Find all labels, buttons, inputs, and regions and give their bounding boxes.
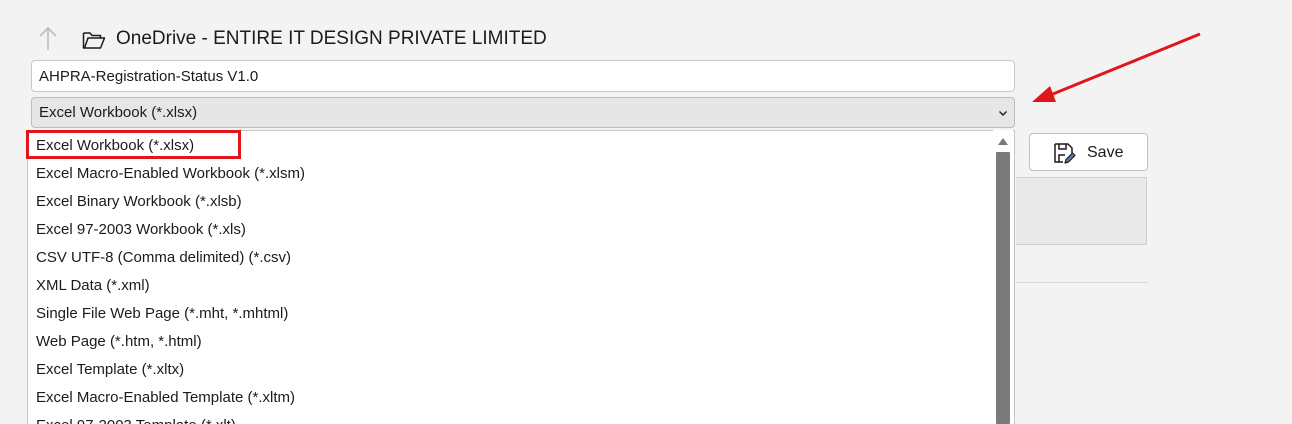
folder-icon: [82, 32, 106, 49]
side-panel: [1016, 177, 1147, 245]
filetype-option[interactable]: Excel Macro-Enabled Template (*.xltm): [36, 384, 295, 412]
save-as-dialog: OneDrive - ENTIRE IT DESIGN PRIVATE LIMI…: [0, 0, 1292, 424]
location-path[interactable]: OneDrive - ENTIRE IT DESIGN PRIVATE LIMI…: [116, 28, 547, 50]
scroll-up-arrow-icon[interactable]: [997, 136, 1009, 146]
filetype-select[interactable]: Excel Workbook (*.xlsx): [31, 97, 1015, 128]
filetype-option[interactable]: Excel Template (*.xltx): [36, 356, 184, 384]
filetype-option[interactable]: Excel Macro-Enabled Workbook (*.xlsm): [36, 160, 305, 188]
filetype-option[interactable]: CSV UTF-8 (Comma delimited) (*.csv): [36, 244, 291, 272]
save-button-label: Save: [1087, 144, 1124, 161]
filetype-option[interactable]: Web Page (*.htm, *.html): [36, 328, 202, 356]
filetype-selected-value: Excel Workbook (*.xlsx): [39, 104, 198, 121]
filetype-dropdown-list: Excel Workbook (*.xlsx) Excel Macro-Enab…: [27, 130, 1015, 424]
filetype-option[interactable]: Excel Binary Workbook (*.xlsb): [36, 188, 242, 216]
scroll-thumb[interactable]: [996, 152, 1010, 424]
annotation-arrow-icon: [1032, 32, 1201, 102]
filetype-option[interactable]: Excel Workbook (*.xlsx): [36, 132, 194, 160]
filetype-option[interactable]: Excel 97-2003 Template (*.xlt): [36, 412, 236, 424]
filetype-option[interactable]: Excel 97-2003 Workbook (*.xls): [36, 216, 246, 244]
chevron-down-icon: [999, 111, 1007, 116]
filetype-option[interactable]: Single File Web Page (*.mht, *.mhtml): [36, 300, 288, 328]
dropdown-scrollbar[interactable]: [993, 130, 1013, 424]
save-edit-icon: [1054, 143, 1076, 164]
up-arrow-icon[interactable]: [37, 24, 59, 52]
save-button[interactable]: Save: [1029, 133, 1148, 171]
divider: [1016, 282, 1148, 283]
filename-input[interactable]: [31, 60, 1015, 92]
filetype-option[interactable]: XML Data (*.xml): [36, 272, 150, 300]
